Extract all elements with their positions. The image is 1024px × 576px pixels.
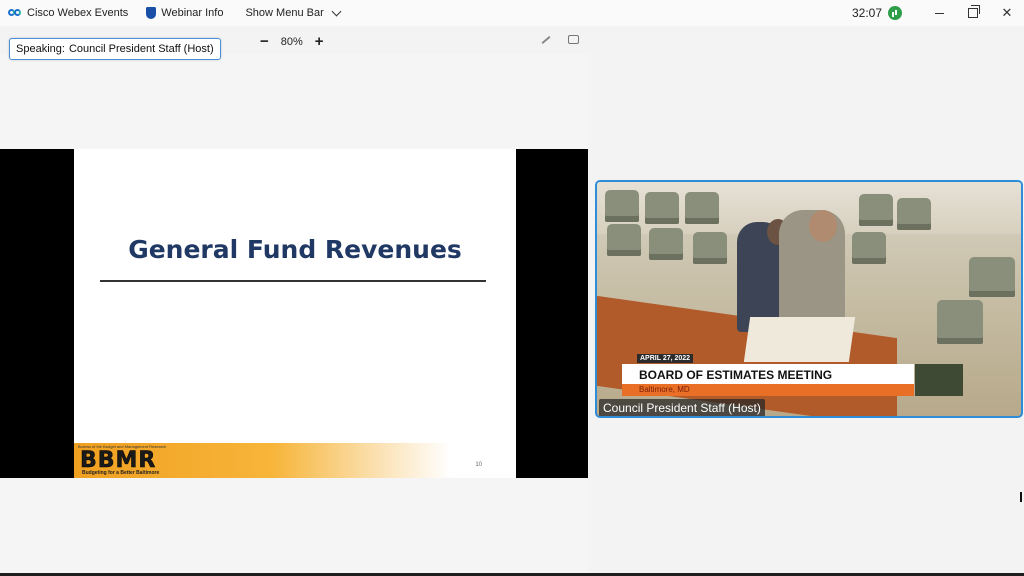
show-menu-bar-button[interactable]: Show Menu Bar [245, 6, 342, 19]
webinar-info-button[interactable]: Webinar Info [146, 7, 223, 19]
title-bar: Cisco Webex Events Webinar Info Show Men… [0, 0, 1024, 26]
webinar-info-label: Webinar Info [161, 7, 224, 19]
show-menu-bar-label: Show Menu Bar [245, 7, 324, 19]
meeting-timer: 32:07 [851, 6, 882, 20]
slide-divider [100, 280, 486, 282]
zoom-out-button[interactable]: − [260, 33, 269, 50]
broadcast-date: APRIL 27, 2022 [637, 354, 694, 363]
video-chair [859, 194, 893, 226]
presentation-slide: General Fund Revenues Bureau of the Budg… [74, 149, 516, 478]
shield-icon [146, 7, 157, 19]
close-icon: ✕ [1001, 5, 1013, 20]
participant-name-tag: Council President Staff (Host) [599, 399, 765, 416]
video-chair [969, 257, 1015, 297]
minimize-icon [934, 12, 944, 14]
video-chair [693, 232, 727, 264]
app-name: Cisco Webex Events [27, 7, 129, 19]
window-controls: 32:07 ✕ [852, 0, 1024, 26]
chevron-down-icon [331, 6, 342, 16]
minimize-button[interactable] [922, 0, 956, 26]
annotate-icon[interactable] [540, 34, 552, 46]
slide-footer: Bureau of the Budget and Management Rese… [74, 443, 516, 478]
zoom-in-button[interactable]: + [315, 33, 324, 50]
restore-button[interactable] [956, 0, 990, 26]
connection-signal-icon[interactable] [888, 6, 902, 20]
video-chair [607, 224, 641, 256]
webex-logo-icon [8, 8, 22, 18]
popout-icon[interactable] [568, 35, 579, 44]
speaking-label: Speaking: [16, 43, 65, 55]
zoom-controls: − 80% + [260, 33, 324, 50]
video-chair [937, 300, 983, 344]
bbmr-tagline: Budgeting for a Better Baltimore [82, 470, 160, 476]
mouse-cursor [1020, 492, 1022, 502]
restore-icon [968, 5, 980, 18]
video-chair [605, 190, 639, 222]
slide-page-number: 10 [475, 462, 482, 468]
video-chair [645, 192, 679, 224]
zoom-level: 80% [280, 35, 303, 48]
video-chair [897, 198, 931, 230]
video-podium [743, 317, 856, 362]
app-menu[interactable]: Cisco Webex Events [8, 7, 128, 19]
video-chair [649, 228, 683, 260]
video-chair [685, 192, 719, 224]
video-chair [852, 232, 886, 264]
close-button[interactable]: ✕ [990, 0, 1024, 26]
broadcast-logo-box [915, 364, 963, 396]
participant-video[interactable]: APRIL 27, 2022 BOARD OF ESTIMATES MEETIN… [595, 180, 1023, 418]
slide-title: General Fund Revenues [128, 235, 462, 264]
slide-viewport: General Fund Revenues Bureau of the Budg… [0, 149, 588, 478]
video-person-head [809, 210, 837, 242]
broadcast-place: Baltimore, MD [639, 385, 690, 394]
speaking-name: Council President Staff (Host) [68, 43, 214, 55]
speaking-indicator: Speaking: Council President Staff (Host) [9, 38, 221, 60]
broadcast-title: BOARD OF ESTIMATES MEETING [639, 368, 833, 382]
